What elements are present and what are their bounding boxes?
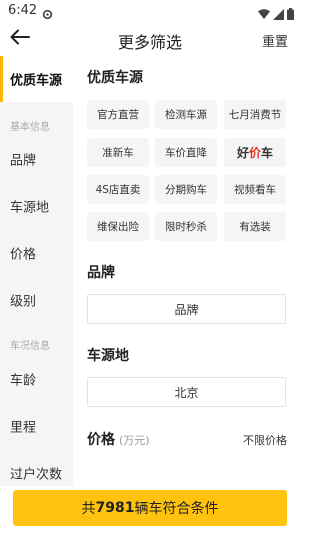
location-selector[interactable]: 北京 (87, 377, 286, 407)
sidebar-item-label: 品牌 (10, 153, 37, 169)
tag-official-direct[interactable]: 官方直营 (87, 100, 149, 129)
filter-sidebar: 优质车源 基本信息 品牌 车源地 价格 级别 车况信息 车龄 里程 过户次数 (0, 56, 73, 486)
cta-prefix: 共 (81, 501, 96, 517)
sidebar-item-label: 里程 (10, 420, 37, 436)
reset-button[interactable]: 重置 (262, 31, 288, 50)
sidebar-item-mileage[interactable]: 里程 (0, 403, 73, 449)
sidebar-item-label: 车龄 (10, 373, 37, 389)
sidebar-item-transfers[interactable]: 过户次数 (0, 450, 73, 486)
tag-price-drop[interactable]: 车价直降 (155, 138, 217, 167)
filter-content: 优质车源 官方直营 检测车源 七月消费节 准新车 车价直降 好价车 4S店直卖 … (73, 56, 300, 486)
sidebar-item-label: 优质车源 (10, 73, 63, 89)
tag-maintenance-record[interactable]: 维保出险 (87, 212, 149, 241)
sidebar-item-level[interactable]: 级别 (0, 277, 73, 323)
tag-nearly-new[interactable]: 准新车 (87, 138, 149, 167)
good-price-logo: 好价车 (236, 146, 274, 160)
tag-good-price-car[interactable]: 好价车 (224, 138, 286, 167)
sidebar-item-label: 级别 (10, 294, 37, 310)
result-count: 7981 (95, 500, 135, 516)
tag-options[interactable]: 有选装 (224, 212, 286, 241)
sidebar-item-price[interactable]: 价格 (0, 230, 73, 276)
header: 更多筛选 重置 (0, 22, 300, 56)
tag-july-festival[interactable]: 七月消费节 (224, 100, 286, 129)
tag-inspected[interactable]: 检测车源 (155, 100, 217, 129)
sidebar-item-quality[interactable]: 优质车源 (0, 56, 73, 102)
sidebar-item-label: 过户次数 (10, 467, 63, 483)
sidebar-item-label: 价格 (10, 247, 37, 263)
tag-4s-direct[interactable]: 4S店直卖 (87, 175, 149, 204)
price-title-text: 价格 (87, 432, 115, 448)
cta-suffix: 辆车符合条件 (134, 501, 219, 517)
page-title: 更多筛选 (117, 33, 182, 52)
section-title-location: 车源地 (87, 348, 129, 364)
tag-installment[interactable]: 分期购车 (155, 175, 217, 204)
sidebar-group-condition: 车况信息 (10, 341, 50, 352)
active-indicator (0, 56, 3, 102)
section-title-quality: 优质车源 (87, 70, 143, 86)
price-range-value[interactable]: 不限价格 (243, 432, 287, 448)
sidebar-item-age[interactable]: 车龄 (0, 356, 73, 402)
show-results-button[interactable]: 共 7981 辆车符合条件 (13, 490, 287, 526)
status-time: 6:42 (8, 3, 38, 18)
sidebar-item-brand[interactable]: 品牌 (0, 136, 73, 182)
status-bar: 6:42 (0, 0, 300, 22)
sidebar-item-label: 车源地 (10, 200, 50, 216)
price-unit: (万元) (119, 434, 150, 447)
bottom-bar: 共 7981 辆车符合条件 (0, 486, 300, 533)
section-title-price: 价格 (万元) (87, 429, 150, 449)
section-title-brand: 品牌 (87, 265, 115, 281)
sidebar-item-location[interactable]: 车源地 (0, 183, 73, 229)
brand-selector[interactable]: 品牌 (87, 294, 286, 324)
sidebar-group-basic: 基本信息 (10, 122, 50, 133)
tag-video-view[interactable]: 视频看车 (224, 175, 286, 204)
tag-flash-sale[interactable]: 限时秒杀 (155, 212, 217, 241)
